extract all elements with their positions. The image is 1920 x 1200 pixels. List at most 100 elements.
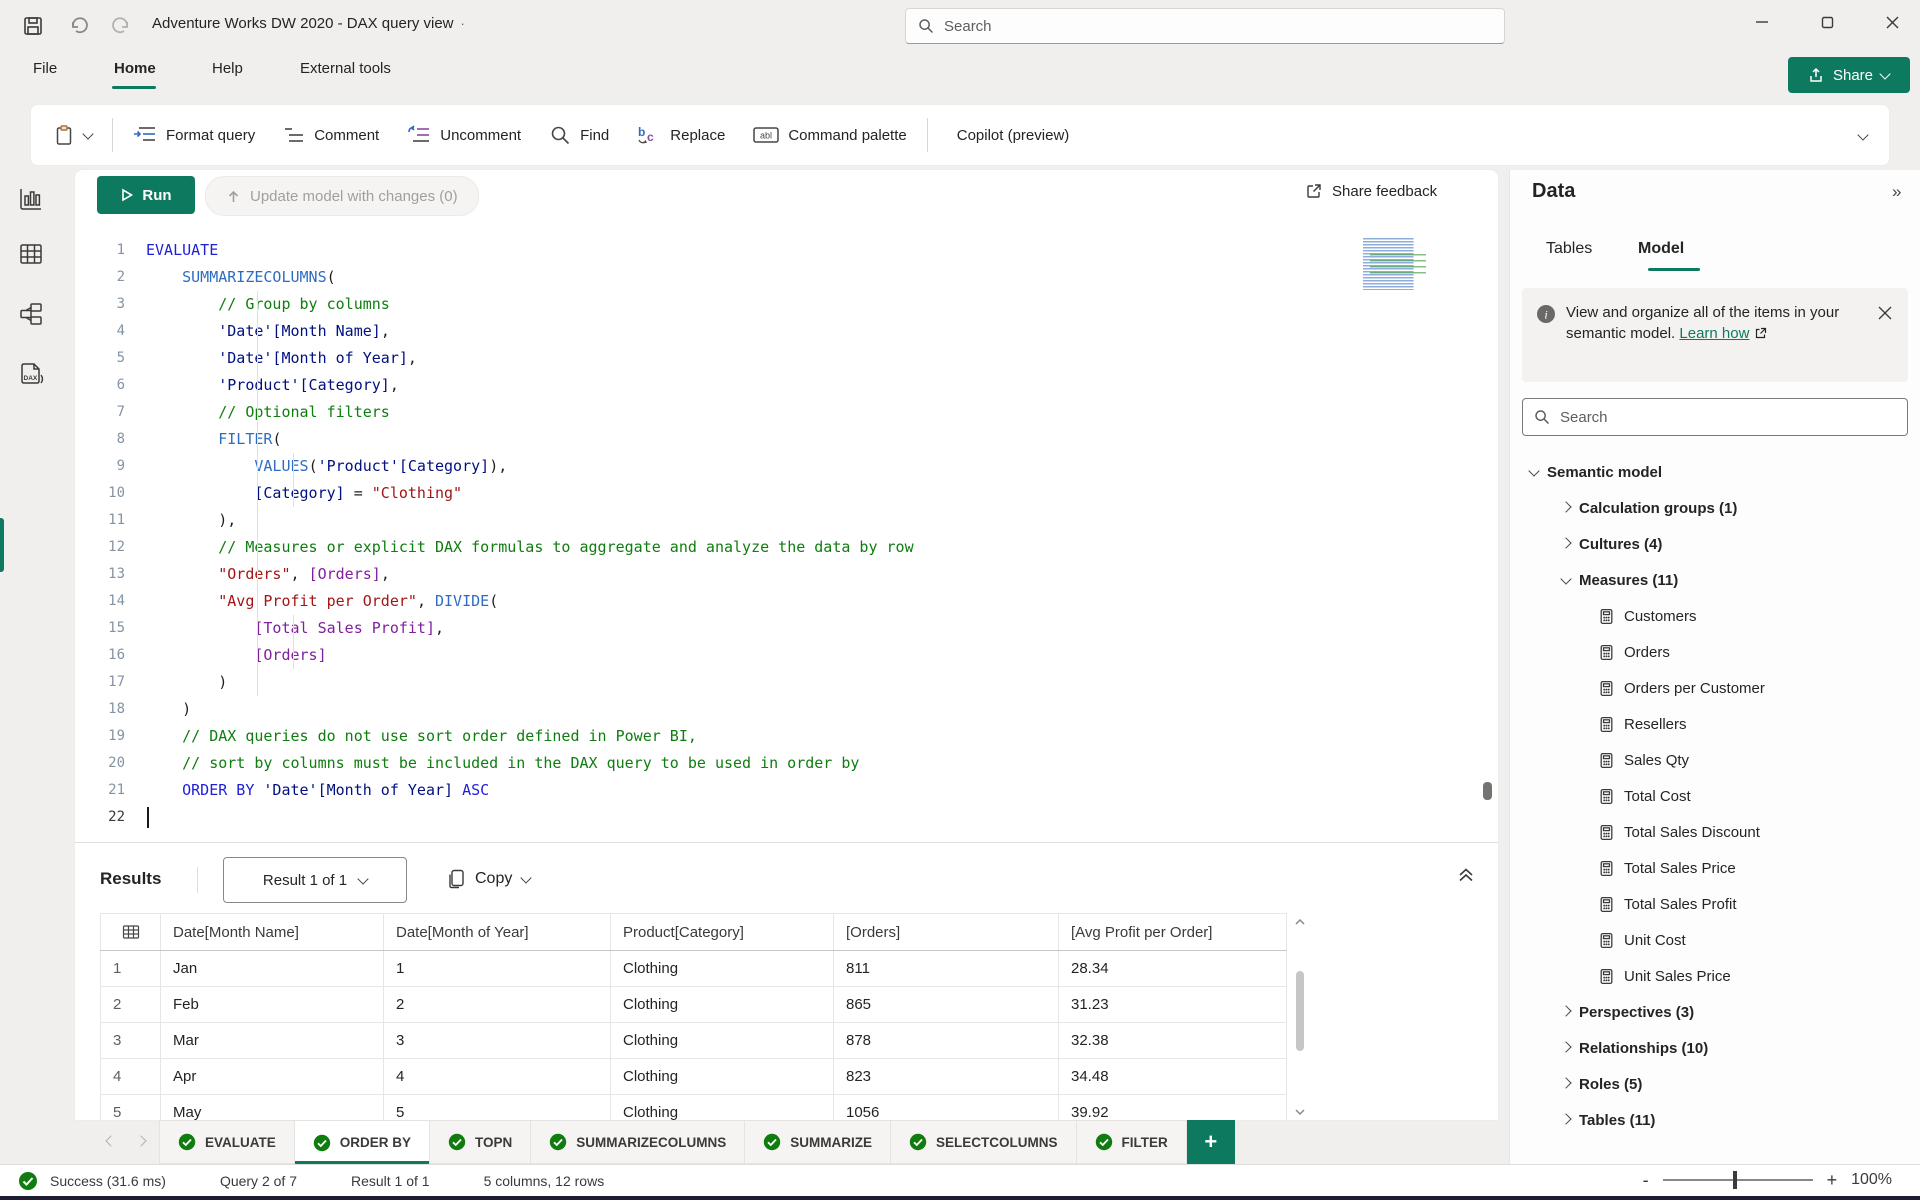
chevron-right-icon[interactable] — [1560, 1076, 1572, 1089]
share-feedback-link[interactable]: Share feedback — [1305, 182, 1437, 200]
code-line[interactable]: 1 EVALUATE — [75, 237, 1498, 264]
comment-button[interactable]: Comment — [269, 115, 393, 155]
code-line[interactable]: 19 // DAX queries do not use sort order … — [75, 723, 1498, 750]
redo-icon[interactable] — [104, 9, 138, 43]
data-pane-tab-model[interactable]: Model — [1638, 240, 1684, 258]
table-view-icon[interactable] — [14, 237, 48, 271]
copy-button[interactable]: Copy — [447, 857, 533, 901]
dax-query-view-icon[interactable]: DAX — [14, 358, 48, 392]
maximize-button[interactable] — [1805, 5, 1849, 39]
global-search-input[interactable]: Search — [905, 8, 1505, 44]
tab-file[interactable]: File — [33, 60, 57, 77]
query-tab-order-by[interactable]: ORDER BY — [294, 1120, 431, 1164]
code-line[interactable]: 10 [Category] = "Clothing" — [75, 480, 1498, 507]
tree-item-resellers[interactable]: Resellers — [1510, 706, 1920, 742]
tab-external-tools[interactable]: External tools — [300, 60, 391, 77]
code-line[interactable]: 6 'Product'[Category], — [75, 372, 1498, 399]
result-selector-dropdown[interactable]: Result 1 of 1 — [223, 857, 407, 903]
collapse-results-icon[interactable] — [1457, 867, 1475, 883]
code-line[interactable]: 13 "Orders", [Orders], — [75, 561, 1498, 588]
tree-item-total-sales-discount[interactable]: Total Sales Discount — [1510, 814, 1920, 850]
code-line[interactable]: 5 'Date'[Month of Year], — [75, 345, 1498, 372]
run-button[interactable]: Run — [97, 176, 195, 214]
code-line[interactable]: 4 'Date'[Month Name], — [75, 318, 1498, 345]
code-line[interactable]: 21 ORDER BY 'Date'[Month of Year] ASC — [75, 777, 1498, 804]
code-editor[interactable]: 1 EVALUATE 2 SUMMARIZECOLUMNS(3 // Group b… — [75, 226, 1498, 842]
results-scrollbar-thumb[interactable] — [1296, 971, 1304, 1051]
tree-item-total-sales-profit[interactable]: Total Sales Profit — [1510, 886, 1920, 922]
tabs-scroll-right-icon[interactable] — [135, 1134, 147, 1147]
paste-button[interactable] — [39, 115, 106, 155]
table-row[interactable]: 3 Mar 3 Clothing 878 32.38 — [100, 1022, 1287, 1059]
undo-icon[interactable] — [62, 9, 96, 43]
tree-item-roles-5-[interactable]: Roles (5) — [1510, 1066, 1920, 1102]
query-tab-selectcolumns[interactable]: SELECTCOLUMNS — [891, 1120, 1077, 1164]
code-line[interactable]: 20 // sort by columns must be included i… — [75, 750, 1498, 777]
code-line[interactable]: 2 SUMMARIZECOLUMNS( — [75, 264, 1498, 291]
external-link-icon[interactable] — [1754, 327, 1767, 340]
tree-item-unit-cost[interactable]: Unit Cost — [1510, 922, 1920, 958]
query-tab-summarize[interactable]: SUMMARIZE — [745, 1120, 892, 1164]
data-pane-tab-tables[interactable]: Tables — [1546, 240, 1592, 258]
editor-scrollbar-thumb[interactable] — [1483, 782, 1492, 800]
tab-help[interactable]: Help — [212, 60, 243, 77]
paste-dropdown-chevron[interactable] — [82, 127, 94, 140]
tree-item-relationships-10-[interactable]: Relationships (10) — [1510, 1030, 1920, 1066]
ribbon-collapse-chevron[interactable] — [1857, 126, 1889, 144]
code-line[interactable]: 22 — [75, 804, 1498, 831]
table-row[interactable]: 2 Feb 2 Clothing 865 31.23 — [100, 986, 1287, 1023]
results-scrollbar[interactable] — [1292, 913, 1308, 1121]
share-button[interactable]: Share — [1788, 57, 1910, 93]
chevron-down-icon[interactable] — [1528, 464, 1540, 477]
chevron-right-icon[interactable] — [1560, 1112, 1572, 1125]
update-model-button[interactable]: Update model with changes (0) — [205, 176, 479, 216]
chevron-right-icon[interactable] — [1560, 1004, 1572, 1017]
minimize-button[interactable] — [1740, 5, 1784, 39]
query-tab-topn[interactable]: TOPN — [430, 1120, 532, 1164]
tree-item-customers[interactable]: Customers — [1510, 598, 1920, 634]
title-suffix-mark[interactable]: · — [461, 16, 465, 31]
tree-item-total-cost[interactable]: Total Cost — [1510, 778, 1920, 814]
code-line[interactable]: 11 ), — [75, 507, 1498, 534]
tree-item-sales-qty[interactable]: Sales Qty — [1510, 742, 1920, 778]
code-line[interactable]: 14 "Avg Profit per Order", DIVIDE( — [75, 588, 1498, 615]
zoom-out-button[interactable]: - — [1643, 1170, 1649, 1191]
learn-how-link[interactable]: Learn how — [1679, 325, 1749, 342]
tree-item-semantic-model[interactable]: Semantic model — [1510, 454, 1920, 490]
code-line[interactable]: 9 VALUES('Product'[Category]), — [75, 453, 1498, 480]
code-line[interactable]: 18 ) — [75, 696, 1498, 723]
code-line[interactable]: 16 [Orders] — [75, 642, 1498, 669]
tree-item-cultures-4-[interactable]: Cultures (4) — [1510, 526, 1920, 562]
code-line[interactable]: 3 // Group by columns — [75, 291, 1498, 318]
table-row[interactable]: 1 Jan 1 Clothing 811 28.34 — [100, 950, 1287, 987]
tab-home[interactable]: Home — [114, 60, 156, 77]
replace-button[interactable]: b c Replace — [623, 115, 739, 155]
save-icon[interactable] — [16, 9, 50, 43]
query-tab-filter[interactable]: FILTER — [1076, 1120, 1187, 1164]
query-tab-evaluate[interactable]: EVALUATE — [159, 1120, 295, 1164]
tree-item-measures-11-[interactable]: Measures (11) — [1510, 562, 1920, 598]
command-palette-button[interactable]: abl Command palette — [739, 115, 920, 155]
code-line[interactable]: 8 FILTER( — [75, 426, 1498, 453]
collapse-pane-icon[interactable]: » — [1892, 182, 1901, 202]
code-line[interactable]: 17 ) — [75, 669, 1498, 696]
add-query-tab-button[interactable]: + — [1186, 1120, 1235, 1164]
tree-item-orders[interactable]: Orders — [1510, 634, 1920, 670]
format-query-button[interactable]: Format query — [119, 115, 269, 155]
tree-item-calculation-groups-1-[interactable]: Calculation groups (1) — [1510, 490, 1920, 526]
table-row[interactable]: 4 Apr 4 Clothing 823 34.48 — [100, 1058, 1287, 1095]
model-view-icon[interactable] — [14, 297, 48, 331]
zoom-slider[interactable] — [1662, 1171, 1813, 1189]
chevron-right-icon[interactable] — [1560, 536, 1572, 549]
code-line[interactable]: 15 [Total Sales Profit], — [75, 615, 1498, 642]
model-search-input[interactable]: Search — [1522, 398, 1908, 436]
tree-item-total-sales-price[interactable]: Total Sales Price — [1510, 850, 1920, 886]
tree-item-unit-sales-price[interactable]: Unit Sales Price — [1510, 958, 1920, 994]
find-button[interactable]: Find — [535, 115, 623, 155]
uncomment-button[interactable]: Uncomment — [393, 115, 535, 155]
chevron-right-icon[interactable] — [1560, 1040, 1572, 1053]
close-button[interactable] — [1870, 5, 1914, 39]
table-row[interactable]: 5 May 5 Clothing 1056 39.92 — [100, 1094, 1287, 1121]
tree-item-tables-11-[interactable]: Tables (11) — [1510, 1102, 1920, 1138]
chevron-down-icon[interactable] — [1560, 572, 1572, 585]
